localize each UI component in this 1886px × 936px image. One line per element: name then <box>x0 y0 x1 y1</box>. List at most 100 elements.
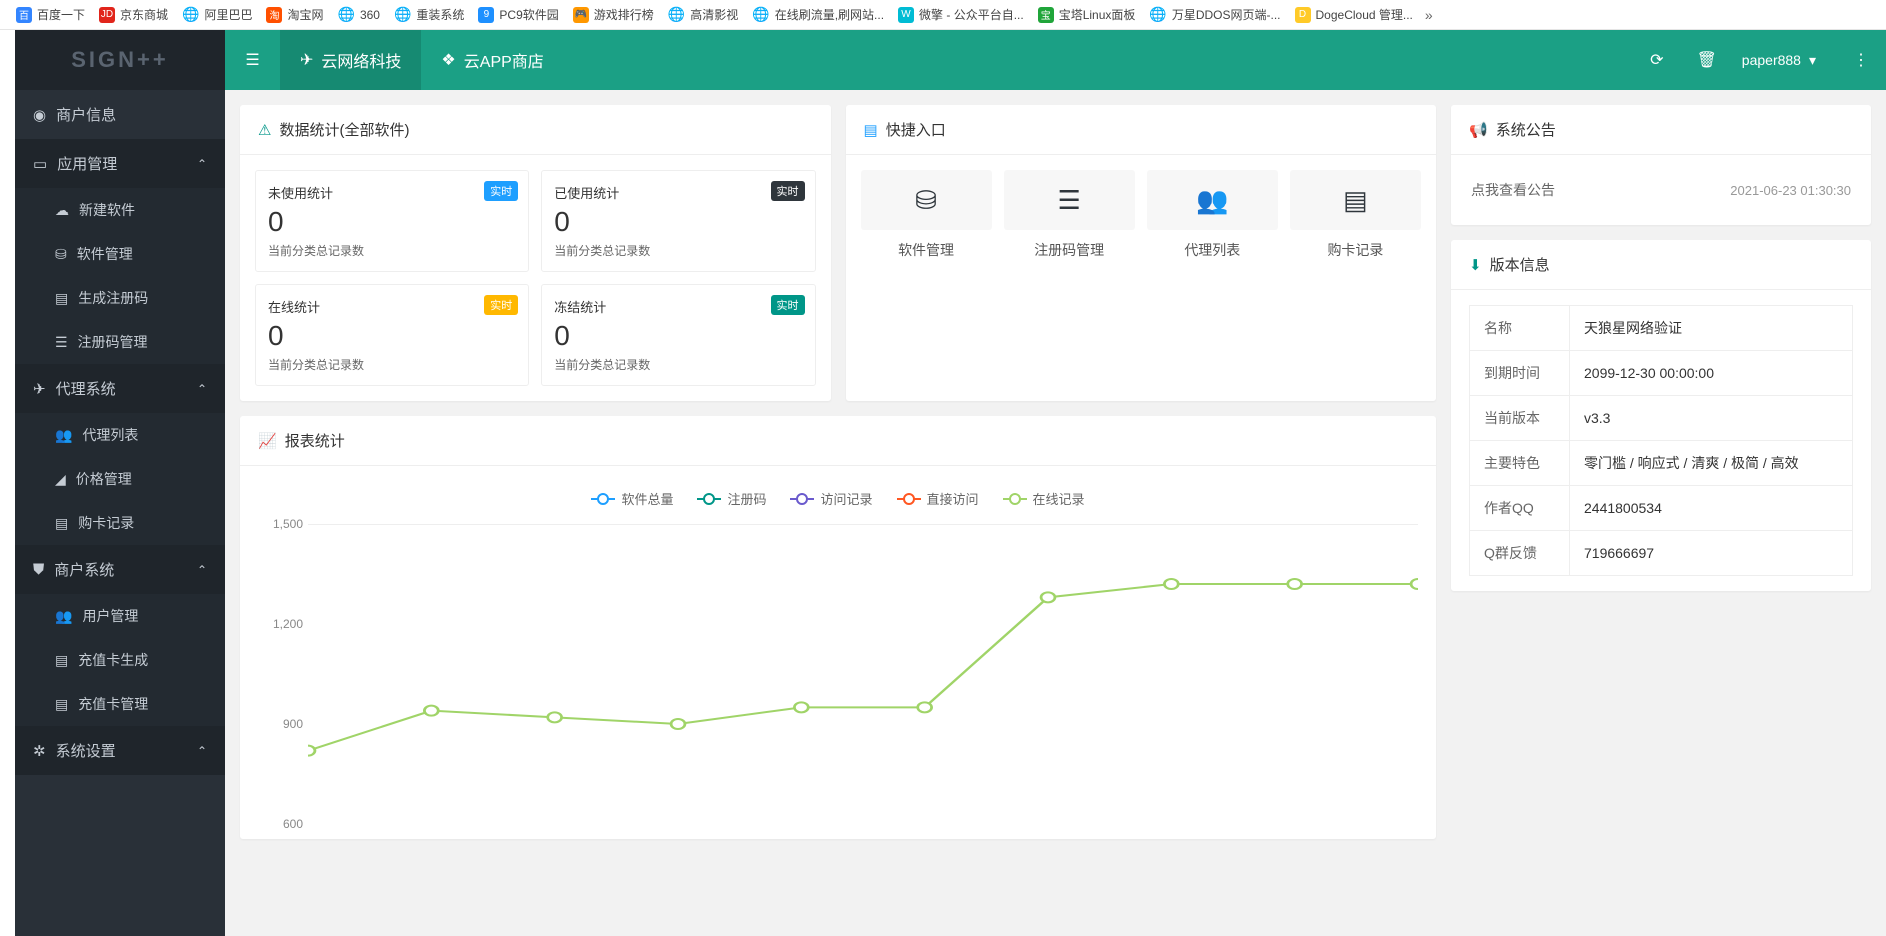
bookmark-item[interactable]: 🌐万星DDOS网页端-... <box>1143 6 1286 23</box>
sidebar-item-purchase-record[interactable]: ▤购卡记录 <box>15 501 225 545</box>
bookmark-item[interactable]: 宝宝塔Linux面板 <box>1032 6 1142 23</box>
stats-panel: ⚠ 数据统计(全部软件) 实时 未使用统计 0 当前分类总记录数实时 已使用统计… <box>240 105 831 401</box>
sidebar-label: 软件管理 <box>77 244 133 264</box>
bookmark-item[interactable]: W微擎 - 公众平台自... <box>892 6 1030 23</box>
sidebar-label: 代理列表 <box>82 425 138 445</box>
bookmark-label: 淘宝网 <box>287 6 323 23</box>
sidebar-item-app-mgmt[interactable]: ▭ 应用管理 ⌃ <box>15 139 225 188</box>
table-row: Q群反馈719666697 <box>1470 531 1853 576</box>
favicon: W <box>898 7 914 23</box>
legend-item[interactable]: .leg-swatch[style*="#a0d468"]::after{bor… <box>1003 489 1085 508</box>
globe-icon: 🌐 <box>394 6 411 23</box>
chart-point[interactable] <box>918 702 932 712</box>
bookmarks-bar: 百百度一下JD京东商城🌐阿里巴巴淘淘宝网🌐360🌐重装系统9PC9软件园🎮游戏排… <box>0 0 1886 30</box>
sidebar-item-user-mgmt[interactable]: 👥用户管理 <box>15 594 225 638</box>
bookmark-item[interactable]: 🌐在线刷流量,刷网站... <box>746 6 890 23</box>
bookmark-item[interactable]: 🌐阿里巴巴 <box>176 6 258 23</box>
sidebar-label: 商户系统 <box>54 559 114 580</box>
legend-item[interactable]: .leg-swatch[style*="#6a5acd"]::after{bor… <box>790 489 872 508</box>
stat-subtitle: 当前分类总记录数 <box>554 242 802 259</box>
quick-panel: ▤ 快捷入口 ⛁软件管理☰注册码管理👥代理列表▤购卡记录 <box>846 105 1437 401</box>
trash-button[interactable]: 🗑 <box>1682 30 1732 90</box>
sidebar-item-agent-list[interactable]: 👥 代理列表 <box>15 413 225 457</box>
sidebar-item-recharge-gen[interactable]: ▤充值卡生成 <box>15 638 225 682</box>
announce-link[interactable]: 点我查看公告 <box>1471 180 1555 200</box>
more-button[interactable]: ⋮ <box>1836 30 1886 90</box>
quick-label: 购卡记录 <box>1290 240 1421 260</box>
version-value: v3.3 <box>1570 396 1853 441</box>
favicon: D <box>1295 7 1311 23</box>
realtime-badge: 实时 <box>771 295 805 315</box>
tab-cloud-network[interactable]: ✈ 云网络科技 <box>280 30 421 90</box>
nav-icon: 👥 <box>55 427 72 444</box>
bookmark-item[interactable]: JD京东商城 <box>93 6 174 23</box>
nav-icon: ▤ <box>55 696 68 713</box>
stat-card: 实时 在线统计 0 当前分类总记录数 <box>255 284 529 386</box>
chart-point[interactable] <box>1288 579 1302 589</box>
legend-item[interactable]: .leg-swatch[style*="#009688"]::after{bor… <box>697 489 766 508</box>
menu-toggle-button[interactable]: ☰ <box>225 30 280 90</box>
menu-icon: ☰ <box>245 50 259 70</box>
table-row: 主要特色零门槛 / 响应式 / 清爽 / 极简 / 高效 <box>1470 441 1853 486</box>
refresh-button[interactable]: ⟳ <box>1632 30 1682 90</box>
bookmark-item[interactable]: 9PC9软件园 <box>472 6 564 23</box>
chart-point[interactable] <box>308 746 315 756</box>
legend-swatch: .leg-swatch[style*="#ff5722"]::after{bor… <box>897 498 921 500</box>
sidebar-item-gen-regcode[interactable]: ▤生成注册码 <box>15 276 225 320</box>
bookmarks-overflow[interactable]: » <box>1425 7 1433 23</box>
quick-regcode-mgmt[interactable]: ☰注册码管理 <box>1004 170 1135 260</box>
nav-icon: ▤ <box>55 290 68 307</box>
chart-point[interactable] <box>794 702 808 712</box>
legend-item[interactable]: .leg-swatch[style*="#1e9fff"]::after{bor… <box>591 489 673 508</box>
sidebar-label: 充值卡生成 <box>78 650 148 670</box>
nav-icon: ◢ <box>55 471 66 488</box>
sidebar-item-regcode-mgmt[interactable]: ☰注册码管理 <box>15 320 225 364</box>
chart-point[interactable] <box>1041 592 1055 602</box>
stat-value: 0 <box>554 320 802 352</box>
user-menu[interactable]: paper888 ▾ <box>1732 52 1836 69</box>
chart-point[interactable] <box>548 712 562 722</box>
legend-label: 访问记录 <box>820 489 872 508</box>
legend-item[interactable]: .leg-swatch[style*="#ff5722"]::after{bor… <box>897 489 979 508</box>
chart-point[interactable] <box>671 719 685 729</box>
globe-icon: 🌐 <box>668 6 685 23</box>
sidebar-item-agent-sys[interactable]: ✈ 代理系统 ⌃ <box>15 364 225 413</box>
bookmark-item[interactable]: 🌐高清影视 <box>662 6 744 23</box>
panel-title: 版本信息 <box>1490 254 1550 275</box>
sidebar-item-price-mgmt[interactable]: ◢价格管理 <box>15 457 225 501</box>
quick-agent-list[interactable]: 👥代理列表 <box>1147 170 1278 260</box>
quick-software-mgmt[interactable]: ⛁软件管理 <box>861 170 992 260</box>
version-value: 2441800534 <box>1570 486 1853 531</box>
sidebar-item-recharge-mgmt[interactable]: ▤充值卡管理 <box>15 682 225 726</box>
sidebar-item-merchant-info[interactable]: ◉ 商户信息 <box>15 90 225 139</box>
bookmark-item[interactable]: DDogeCloud 管理... <box>1289 6 1419 23</box>
chart-point[interactable] <box>1164 579 1178 589</box>
sidebar-label: 注册码管理 <box>78 332 148 352</box>
tab-label: 云APP商店 <box>464 48 544 72</box>
sidebar-item-merchant-sys[interactable]: ⛊ 商户系统 ⌃ <box>15 545 225 594</box>
quick-label: 注册码管理 <box>1004 240 1135 260</box>
bookmark-label: 万星DDOS网页端-... <box>1172 6 1281 23</box>
bookmark-item[interactable]: 百百度一下 <box>10 6 91 23</box>
stat-subtitle: 当前分类总记录数 <box>554 356 802 373</box>
bookmark-item[interactable]: 🎮游戏排行榜 <box>567 6 660 23</box>
version-key: Q群反馈 <box>1470 531 1570 576</box>
warning-icon: ⚠ <box>258 121 271 139</box>
bookmark-item[interactable]: 🌐重装系统 <box>388 6 470 23</box>
version-key: 作者QQ <box>1470 486 1570 531</box>
bookmark-item[interactable]: 🌐360 <box>332 6 386 23</box>
chart-point[interactable] <box>424 706 438 716</box>
more-icon: ⋮ <box>1853 50 1869 70</box>
globe-icon: 🌐 <box>182 6 199 23</box>
chart-point[interactable] <box>1411 579 1418 589</box>
chart-svg <box>308 524 1418 824</box>
sidebar-item-sys-set[interactable]: ✲ 系统设置 ⌃ <box>15 726 225 775</box>
tab-cloud-app-store[interactable]: ❖ 云APP商店 <box>421 30 563 90</box>
quick-purchase-record[interactable]: ▤购卡记录 <box>1290 170 1421 260</box>
sidebar-item-software-mgmt[interactable]: ⛁软件管理 <box>15 232 225 276</box>
sidebar-item-new-software[interactable]: ☁新建软件 <box>15 188 225 232</box>
bookmark-item[interactable]: 淘淘宝网 <box>260 6 329 23</box>
dashboard-icon: ◉ <box>33 106 46 124</box>
legend-swatch: .leg-swatch[style*="#009688"]::after{bor… <box>697 498 721 500</box>
user-name: paper888 <box>1742 52 1801 68</box>
